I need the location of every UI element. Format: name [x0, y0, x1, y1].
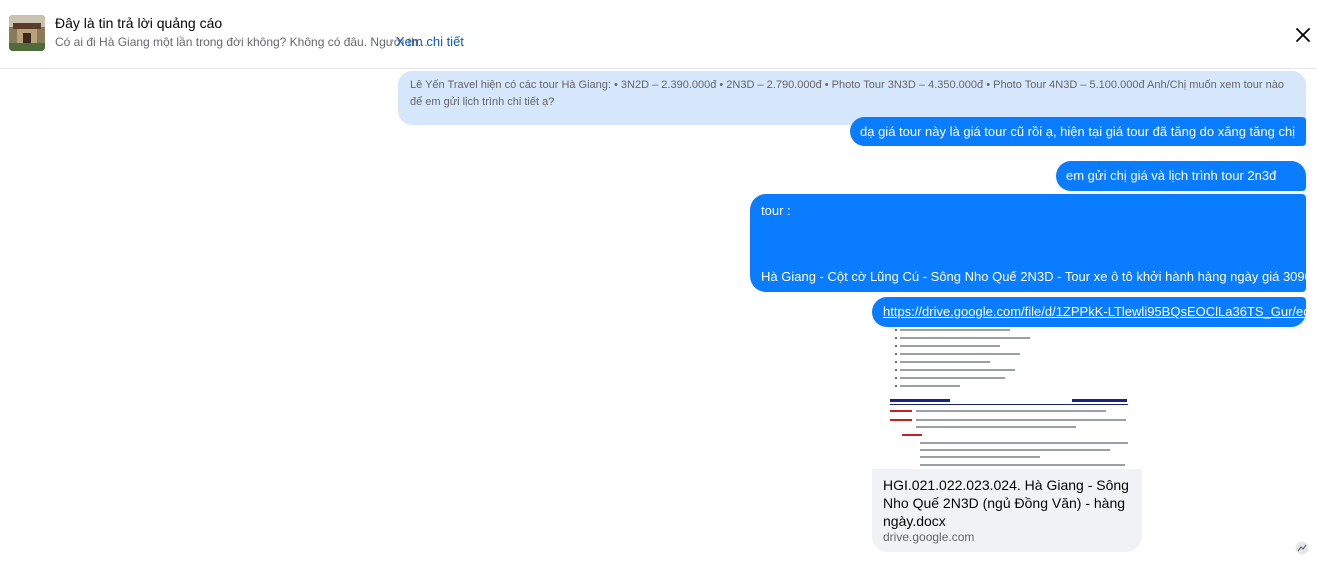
message-bubble: em gửi chị giá và lịch trình tour 2n3đ n… — [1056, 161, 1306, 213]
message-line: tour : — [761, 203, 791, 218]
document-preview — [872, 327, 1142, 469]
ad-subtitle: Có ai đi Hà Giang một lần trong đời khôn… — [55, 35, 428, 49]
message-line: Hà Giang - Cột cờ Lũng Cú - Sông Nho Quế… — [761, 269, 1317, 284]
ad-title: Đây là tin trả lời quảng cáo — [55, 15, 223, 31]
see-more-link[interactable]: Xem chi tiết — [396, 34, 464, 49]
drive-link-bubble[interactable]: https://drive.google.com/file/d/1ZPPkK-L… — [872, 297, 1306, 327]
message-bubble: tour : Hà Giang - Cột cờ Lũng Cú - Sông … — [750, 194, 1317, 292]
message-bubble: dạ giá tour này là giá tour cũ rồi ạ, hi… — [850, 117, 1306, 168]
ad-reply-header: Đây là tin trả lời quảng cáo Có ai đi Hà… — [0, 0, 1317, 69]
attachment-domain: drive.google.com — [883, 530, 975, 544]
seen-avatar-icon — [1295, 541, 1309, 555]
attachment-title: HGI.021.022.023.024. Hà Giang - Sông Nho… — [883, 477, 1129, 529]
ad-thumbnail[interactable] — [9, 15, 45, 51]
attachment-card[interactable]: HGI.021.022.023.024. Hà Giang - Sông Nho… — [872, 327, 1142, 552]
close-icon[interactable] — [1292, 24, 1314, 46]
